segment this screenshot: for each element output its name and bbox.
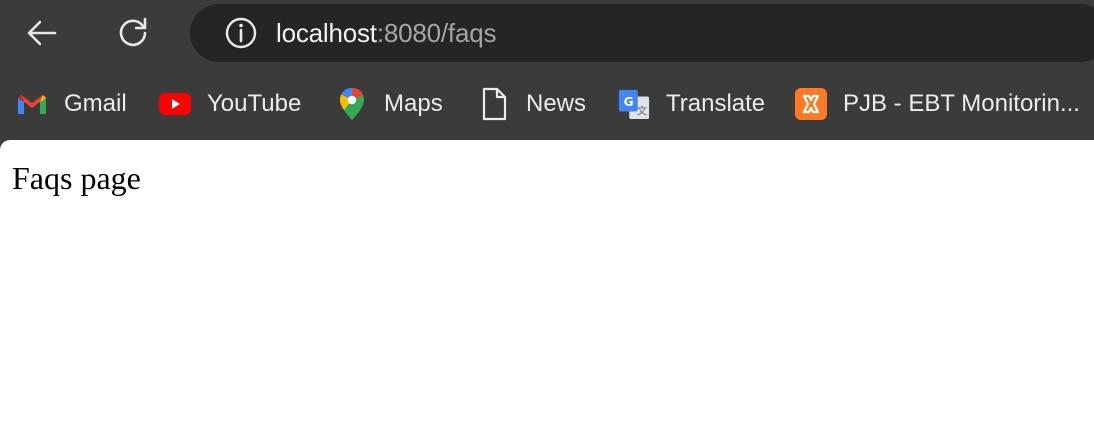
info-icon	[225, 17, 257, 49]
gmail-icon	[16, 88, 48, 120]
bookmark-gmail[interactable]: Gmail	[16, 84, 127, 124]
bookmark-maps[interactable]: Maps	[336, 84, 443, 124]
page-viewport: Faqs page	[0, 140, 1094, 428]
bookmark-news[interactable]: News	[478, 84, 586, 124]
url-text[interactable]: localhost:8080/faqs	[276, 18, 496, 49]
address-bar[interactable]: localhost:8080/faqs	[190, 4, 1094, 62]
browser-window: localhost:8080/faqs Gmail YouTube Maps N…	[0, 0, 1094, 428]
reload-button[interactable]	[113, 13, 153, 53]
arrow-left-icon	[27, 20, 57, 46]
document-icon	[478, 87, 510, 121]
back-button[interactable]	[22, 13, 62, 53]
maps-icon	[336, 88, 368, 120]
url-host: localhost	[276, 17, 377, 48]
bookmarks-bar: Gmail YouTube Maps News G 文 Translate PJ…	[0, 70, 1094, 138]
bookmark-label: Gmail	[64, 90, 127, 117]
bookmark-label: YouTube	[207, 90, 302, 117]
bookmark-youtube[interactable]: YouTube	[159, 84, 301, 124]
bookmark-label: PJB - EBT Monitorin...	[843, 90, 1080, 117]
svg-text:文: 文	[637, 104, 647, 117]
xampp-icon	[795, 88, 827, 120]
site-info-button[interactable]	[222, 14, 260, 52]
bookmark-pjb-ebt-monitoring[interactable]: PJB - EBT Monitorin...	[795, 84, 1080, 124]
youtube-icon	[159, 88, 191, 120]
translate-icon: G 文	[618, 88, 650, 120]
page-heading: Faqs page	[12, 160, 141, 196]
bookmark-translate[interactable]: G 文 Translate	[618, 84, 765, 124]
bookmark-label: Maps	[384, 90, 443, 117]
browser-toolbar: localhost:8080/faqs	[0, 0, 1094, 70]
reload-icon	[119, 17, 147, 47]
bookmark-label: News	[526, 90, 587, 117]
bookmark-label: Translate	[666, 90, 766, 117]
svg-text:G: G	[624, 95, 634, 109]
url-path: :8080/faqs	[376, 17, 497, 48]
